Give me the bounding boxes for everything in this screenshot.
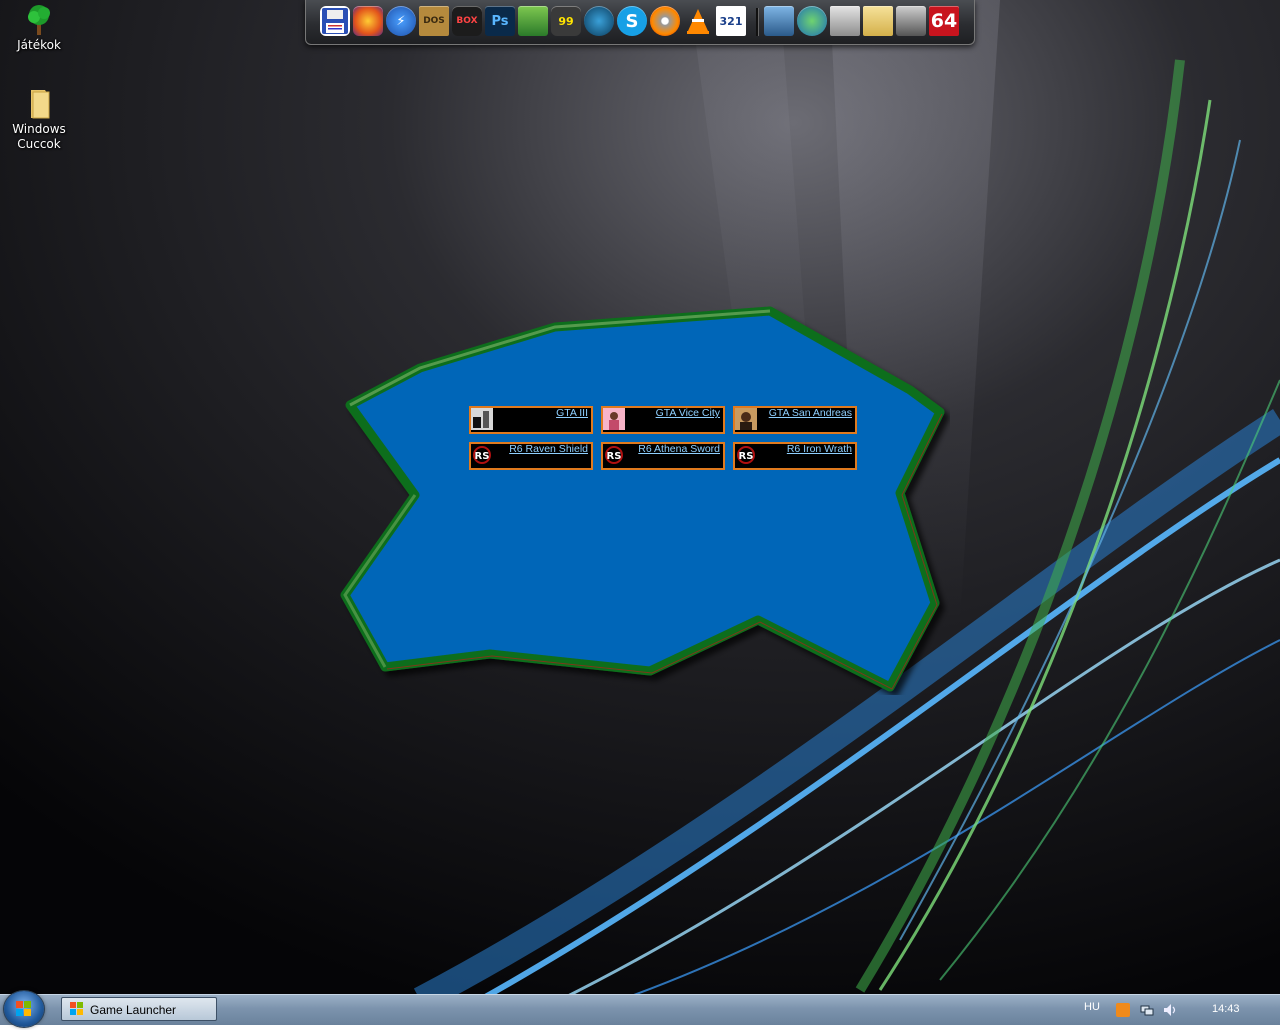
- rainbow-six-icon: RS: [471, 444, 493, 466]
- desktop-icon-windows-cuccok[interactable]: Windows Cuccok: [2, 88, 76, 152]
- language-indicator[interactable]: HU: [1084, 1001, 1100, 1013]
- game-launcher-window: GTA III GTA Vice City GTA San Andreas RS…: [340, 305, 950, 695]
- volume-icon[interactable]: [1163, 1003, 1177, 1017]
- tv-icon[interactable]: [584, 6, 614, 36]
- rs-badge: RS: [607, 451, 622, 462]
- badge-64: 64: [930, 10, 958, 32]
- taskbar: Game Launcher HU 14:43: [0, 991, 1280, 1027]
- windows-logo-icon: [16, 1001, 31, 1016]
- hardware-icon[interactable]: [896, 6, 926, 36]
- game-tile-r6-iron-wrath[interactable]: RS R6 Iron Wrath: [733, 442, 857, 470]
- game-title-link[interactable]: GTA San Andreas: [769, 407, 852, 419]
- vlc-icon[interactable]: [683, 6, 713, 36]
- dbox-icon[interactable]: BOX: [452, 6, 482, 36]
- gta-san-andreas-thumbnail-icon: [735, 408, 757, 430]
- taskbar-button-game-launcher[interactable]: Game Launcher: [61, 997, 217, 1021]
- cd-burn-icon[interactable]: [650, 6, 680, 36]
- badge-321: 321: [719, 14, 743, 28]
- rs-badge: RS: [739, 451, 754, 462]
- application-dock: ⚡ DOS BOX Ps 99 S 321 64: [305, 0, 975, 45]
- tree-icon: [28, 5, 50, 35]
- recycle-bin-icon[interactable]: [830, 6, 860, 36]
- firefox-icon[interactable]: [353, 6, 383, 36]
- tray-app-icon[interactable]: [1116, 1003, 1130, 1017]
- launcher-shape: [340, 306, 945, 692]
- game-title-link[interactable]: GTA III: [556, 407, 588, 419]
- desktop-icon-label: Windows Cuccok: [12, 122, 66, 151]
- network-tray-icon[interactable]: [1140, 1003, 1154, 1017]
- floppy-save-icon[interactable]: [320, 6, 350, 36]
- skype-icon[interactable]: S: [617, 6, 647, 36]
- game-tile-r6-athena-sword[interactable]: RS R6 Athena Sword: [601, 442, 725, 470]
- rainbow-six-icon: RS: [735, 444, 757, 466]
- folder-icon: [31, 90, 50, 119]
- gta-iii-thumbnail-icon: [471, 408, 493, 430]
- photoshop-icon[interactable]: Ps: [485, 6, 515, 36]
- game-title-link[interactable]: R6 Iron Wrath: [787, 443, 852, 455]
- game-title-link[interactable]: R6 Athena Sword: [638, 443, 720, 455]
- image-viewer-icon[interactable]: [518, 6, 548, 36]
- globe-network-icon[interactable]: [797, 6, 827, 36]
- taskbar-button-label: Game Launcher: [90, 1003, 177, 1017]
- c64-icon[interactable]: 64: [929, 6, 959, 36]
- photoshop-label: Ps: [491, 13, 509, 29]
- game-tile-gta-iii[interactable]: GTA III: [469, 406, 593, 434]
- desktop-icon-label: Játékok: [17, 38, 61, 52]
- lightning-icon[interactable]: ⚡: [386, 6, 416, 36]
- game-tile-gta-san-andreas[interactable]: GTA San Andreas: [733, 406, 857, 434]
- calendar-321-icon[interactable]: 321: [716, 6, 746, 36]
- dosbox-icon[interactable]: DOS: [419, 6, 449, 36]
- dock-separator: [756, 8, 759, 36]
- badge-99: 99: [558, 14, 574, 28]
- rs-badge: RS: [475, 451, 490, 462]
- desktop-icon-jatekok[interactable]: Játékok: [2, 4, 76, 53]
- game-tile-gta-vice-city[interactable]: GTA Vice City: [601, 406, 725, 434]
- game-tile-r6-raven-shield[interactable]: RS R6 Raven Shield: [469, 442, 593, 470]
- gta-vice-city-thumbnail-icon: [603, 408, 625, 430]
- network-icon[interactable]: [764, 6, 794, 36]
- monitor-99-icon[interactable]: 99: [551, 6, 581, 36]
- folder-icon[interactable]: [863, 6, 893, 36]
- system-clock[interactable]: 14:43: [1212, 1003, 1240, 1015]
- start-button[interactable]: [4, 991, 44, 1027]
- rainbow-six-icon: RS: [603, 444, 625, 466]
- game-title-link[interactable]: R6 Raven Shield: [509, 443, 588, 455]
- game-title-link[interactable]: GTA Vice City: [656, 407, 720, 419]
- app-window-icon: [70, 1002, 83, 1015]
